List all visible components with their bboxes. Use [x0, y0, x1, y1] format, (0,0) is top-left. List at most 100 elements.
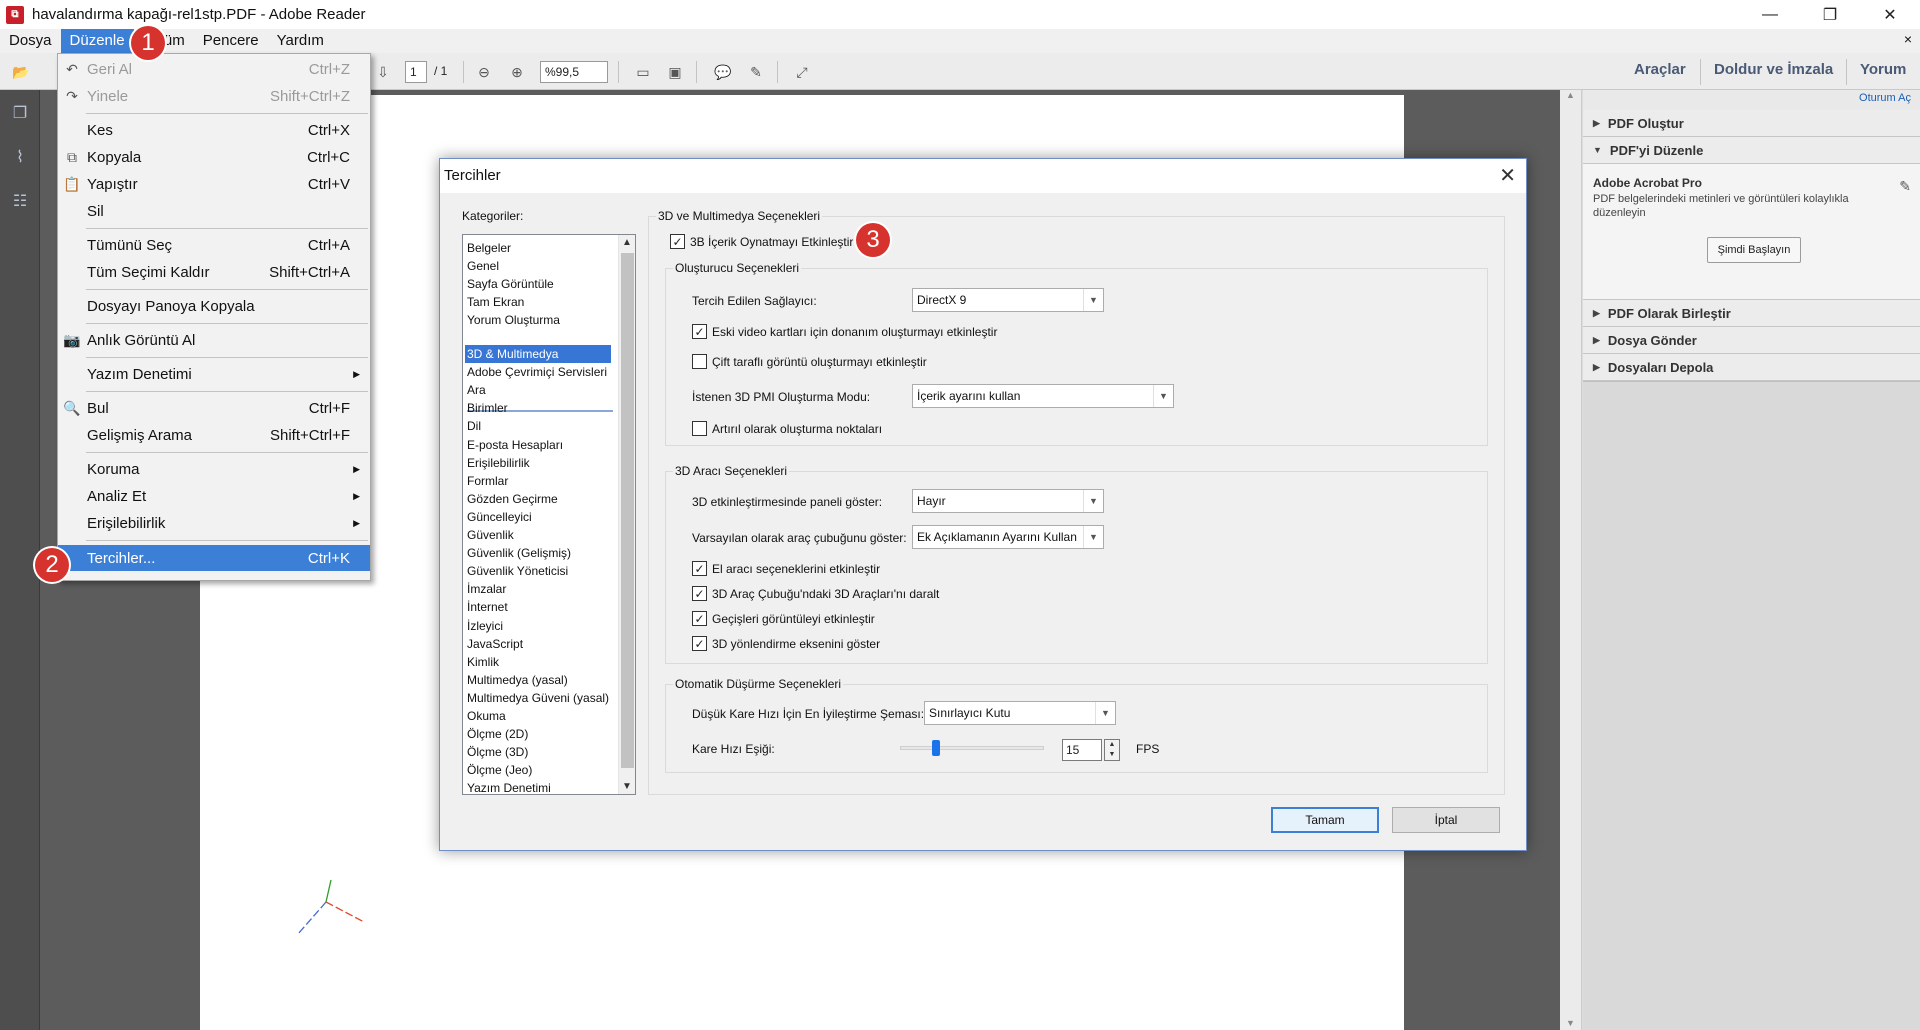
legacy-video-checkbox[interactable]: ✓ — [692, 324, 707, 339]
section-pdf-olustur[interactable]: ▶ PDF Oluştur — [1583, 110, 1920, 137]
scroll-thumb[interactable] — [621, 253, 634, 768]
enable-3d-checkbox[interactable]: ✓ — [670, 234, 685, 249]
category-item[interactable]: Güvenlik Yöneticisi — [467, 562, 615, 580]
category-item[interactable]: Ölçme (2D) — [467, 725, 615, 743]
category-item[interactable]: Güvenlik — [467, 526, 615, 544]
menu-item-undo[interactable]: ↶ Geri Al Ctrl+Z — [58, 56, 370, 82]
show-panel-select[interactable]: Hayır ▼ — [912, 489, 1104, 513]
menu-pencere[interactable]: Pencere — [194, 29, 268, 53]
menu-dosya[interactable]: Dosya — [0, 29, 61, 53]
model-tree-icon[interactable]: ☷ — [9, 190, 31, 212]
open-folder-icon[interactable]: 📂 — [10, 61, 32, 83]
category-item[interactable]: Birimler — [467, 399, 615, 417]
framerate-slider-thumb[interactable] — [932, 740, 940, 756]
fit-page-icon[interactable]: ▣ — [664, 61, 686, 83]
category-item[interactable]: Kimlik — [467, 653, 615, 671]
menu-item-accessibility[interactable]: Erişilebilirlik ▶ — [58, 510, 370, 536]
menu-item-delete[interactable]: Sil — [58, 198, 370, 224]
category-item[interactable]: E-posta Hesapları — [467, 436, 615, 454]
menu-item-protection[interactable]: Koruma ▶ — [58, 456, 370, 482]
menu-item-select-all[interactable]: Tümünü Seç Ctrl+A — [58, 232, 370, 258]
scroll-down-icon[interactable]: ▼ — [622, 781, 632, 792]
comment-button[interactable]: Yorum — [1860, 61, 1906, 78]
scroll-up-icon[interactable]: ▲ — [1566, 90, 1575, 100]
read-mode-icon[interactable]: ⤢ — [791, 61, 813, 83]
preferred-renderer-select[interactable]: DirectX 9 ▼ — [912, 288, 1104, 312]
categories-list[interactable]: Belgeler Genel Sayfa Görüntüle Tam Ekran Yor… — [462, 234, 636, 795]
category-item[interactable]: Genel — [467, 257, 615, 275]
sign-in-link[interactable]: Oturum Aç — [1859, 92, 1911, 104]
category-item[interactable]: Multimedya Güveni (yasal) — [467, 689, 615, 707]
category-item[interactable]: Belgeler — [467, 239, 615, 257]
next-page-icon[interactable]: ⇩ — [372, 61, 394, 83]
framerate-spinner[interactable]: ▲ ▼ — [1104, 739, 1120, 761]
orientation-axis-checkbox[interactable]: ✓ — [692, 636, 707, 651]
framerate-input[interactable]: 15 — [1062, 739, 1102, 761]
collapse-tools-checkbox[interactable]: ✓ — [692, 586, 707, 601]
incremental-checkbox[interactable] — [692, 421, 707, 436]
fit-width-icon[interactable]: ▭ — [632, 61, 654, 83]
default-toolbar-select[interactable]: Ek Açıklamanın Ayarını Kullan ▼ — [912, 525, 1104, 549]
category-item[interactable]: Formlar — [467, 472, 615, 490]
menu-item-copy[interactable]: ⧉ Kopyala Ctrl+C — [58, 144, 370, 170]
menu-item-snapshot[interactable]: 📷 Anlık Görüntü Al — [58, 327, 370, 353]
fill-sign-button[interactable]: Doldur ve İmzala — [1714, 61, 1833, 78]
menu-item-paste[interactable]: 📋 Yapıştır Ctrl+V — [58, 171, 370, 197]
category-item[interactable]: Tam Ekran — [467, 293, 615, 311]
category-item-selected[interactable]: 3D & Multimedya — [465, 345, 611, 363]
spin-up-icon[interactable]: ▲ — [1105, 740, 1119, 750]
menu-item-redo[interactable]: ↷ Yinele Shift+Ctrl+Z — [58, 83, 370, 109]
comment-icon[interactable]: 💬 — [712, 61, 734, 83]
page-thumbnails-icon[interactable]: ❐ — [9, 102, 31, 124]
zoom-input[interactable]: %99,5 — [540, 61, 608, 83]
hand-tool-checkbox[interactable]: ✓ — [692, 561, 707, 576]
menu-item-spelling[interactable]: Yazım Denetimi ▶ — [58, 361, 370, 387]
category-item[interactable]: Güvenlik (Gelişmiş) — [467, 544, 615, 562]
menu-item-preferences[interactable]: Tercihler... Ctrl+K — [58, 545, 370, 571]
category-item[interactable]: Yazım Denetimi — [467, 779, 615, 797]
menu-item-analyze[interactable]: Analiz Et ▶ — [58, 483, 370, 509]
document-scrollbar[interactable]: ▲ ▼ — [1560, 90, 1582, 1030]
category-item[interactable]: Ara — [467, 381, 615, 399]
section-pdf-duzenle[interactable]: ▼ PDF'yi Düzenle — [1583, 137, 1920, 164]
cancel-button[interactable]: İptal — [1392, 807, 1500, 833]
menu-item-cut[interactable]: Kes Ctrl+X — [58, 117, 370, 143]
page-number-input[interactable]: 1 — [405, 61, 427, 83]
attachments-icon[interactable]: ⌇ — [9, 146, 31, 168]
category-item[interactable]: Ölçme (Jeo) — [467, 761, 615, 779]
zoom-in-icon[interactable]: ⊕ — [506, 61, 528, 83]
dialog-close-icon[interactable]: ✕ — [1499, 163, 1516, 188]
scroll-up-icon[interactable]: ▲ — [622, 237, 632, 248]
start-now-button[interactable]: Şimdi Başlayın — [1707, 237, 1801, 263]
category-item[interactable]: Sayfa Görüntüle — [467, 275, 615, 293]
category-item[interactable]: Gözden Geçirme — [467, 490, 615, 508]
menu-item-deselect-all[interactable]: Tüm Seçimi Kaldır Shift+Ctrl+A — [58, 259, 370, 285]
maximize-button[interactable]: ❐ — [1800, 0, 1860, 29]
category-item[interactable]: İzleyici — [467, 617, 615, 635]
pmi-mode-select[interactable]: İçerik ayarını kullan ▼ — [912, 384, 1174, 408]
menu-yardim[interactable]: Yardım — [268, 29, 333, 53]
section-pdf-birlestir[interactable]: ▶ PDF Olarak Birleştir — [1583, 300, 1920, 327]
section-dosya-gonder[interactable]: ▶ Dosya Gönder — [1583, 327, 1920, 354]
section-dosyalari-depola[interactable]: ▶ Dosyaları Depola — [1583, 354, 1920, 381]
category-item[interactable]: JavaScript — [467, 635, 615, 653]
tools-button[interactable]: Araçlar — [1634, 61, 1686, 78]
transitions-checkbox[interactable]: ✓ — [692, 611, 707, 626]
menu-item-advanced-search[interactable]: Gelişmiş Arama Shift+Ctrl+F — [58, 422, 370, 448]
menu-duzenle[interactable]: Düzenle — [60, 29, 134, 53]
categories-scrollbar[interactable]: ▲ ▼ — [618, 235, 635, 794]
category-item[interactable]: Dil — [467, 417, 615, 435]
category-item[interactable]: Erişilebilirlik — [467, 454, 615, 472]
category-item[interactable]: Adobe Çevrimiçi Servisleri — [467, 363, 615, 381]
optimization-select[interactable]: Sınırlayıcı Kutu ▼ — [924, 701, 1116, 725]
category-item[interactable]: Multimedya (yasal) — [467, 671, 615, 689]
menu-item-find[interactable]: 🔍 Bul Ctrl+F — [58, 395, 370, 421]
menu-item-copy-file[interactable]: Dosyayı Panoya Kopyala — [58, 293, 370, 319]
category-item[interactable]: Güncelleyici — [467, 508, 615, 526]
category-item[interactable]: İmzalar — [467, 580, 615, 598]
category-item[interactable]: İnternet — [467, 598, 615, 616]
category-item[interactable]: Okuma — [467, 707, 615, 725]
category-item[interactable]: Yorum Oluşturma — [467, 311, 615, 329]
minimize-button[interactable]: — — [1740, 0, 1800, 29]
spin-down-icon[interactable]: ▼ — [1105, 750, 1119, 760]
